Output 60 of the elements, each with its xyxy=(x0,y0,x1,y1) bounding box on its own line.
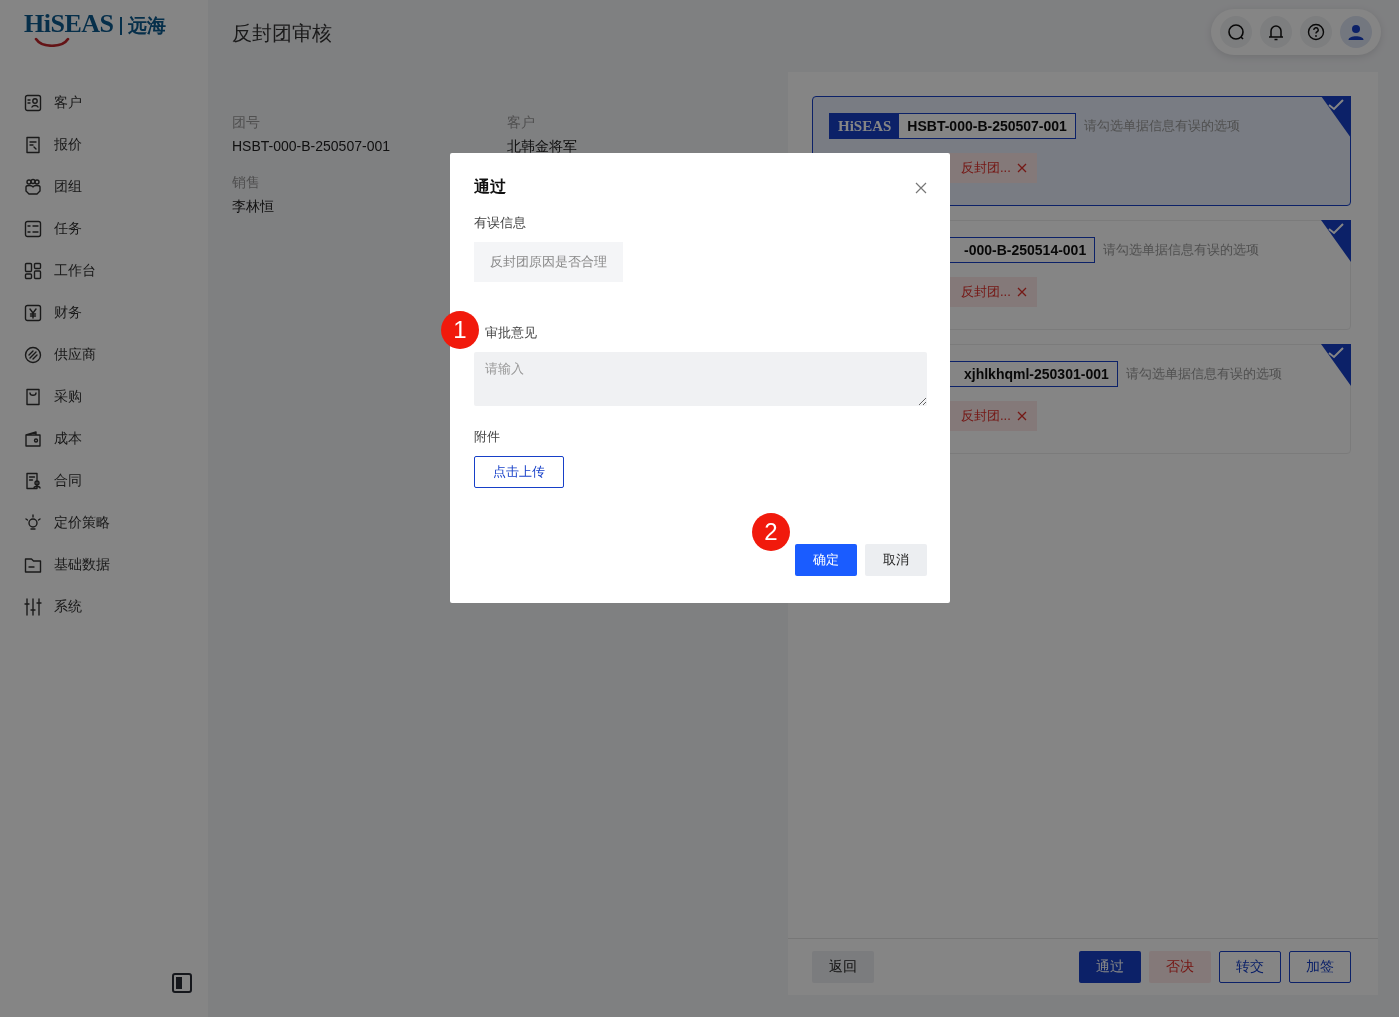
check-corner-icon[interactable] xyxy=(1321,96,1351,138)
action-button[interactable]: 转交 xyxy=(1219,951,1281,983)
field-label: 有误信息 xyxy=(474,214,526,232)
sidebar-item[interactable]: 系统 xyxy=(0,586,208,628)
field-value: 北韩金将军 xyxy=(507,138,577,156)
sidebar-item[interactable]: 定价策略 xyxy=(0,502,208,544)
cancel-button[interactable]: 取消 xyxy=(865,544,927,576)
shopping-bag-icon xyxy=(24,388,42,406)
back-button[interactable]: 返回 xyxy=(812,951,874,983)
field-label: 审批意见 xyxy=(485,324,537,342)
smile-curve-icon xyxy=(34,37,70,47)
close-icon xyxy=(1016,411,1027,421)
error-info-chip: 反封团原因是否合理 xyxy=(474,242,623,282)
folder-icon xyxy=(24,556,42,574)
wallet-icon xyxy=(24,430,42,448)
field-label: 附件 xyxy=(474,428,500,446)
field-value: 李林恒 xyxy=(232,198,274,216)
yen-icon xyxy=(24,304,42,322)
check-corner-icon[interactable] xyxy=(1321,220,1351,262)
document-number: HSBT-000-B-250507-001 xyxy=(899,114,1075,138)
sidebar-item[interactable]: 任务 xyxy=(0,208,208,250)
sidebar-item[interactable]: 团组 xyxy=(0,166,208,208)
sidebar-item[interactable]: 财务 xyxy=(0,292,208,334)
search-icon[interactable] xyxy=(1225,21,1247,43)
check-corner-icon[interactable] xyxy=(1321,344,1351,386)
contract-icon xyxy=(24,472,42,490)
help-icon[interactable] xyxy=(1305,21,1327,43)
sidebar-item[interactable]: 报价 xyxy=(0,124,208,166)
step-marker: 2 xyxy=(752,513,790,551)
action-button[interactable]: 否决 xyxy=(1149,951,1211,983)
light-bulb-icon xyxy=(24,514,42,532)
action-button[interactable]: 通过 xyxy=(1079,951,1141,983)
sidebar-item[interactable]: 合同 xyxy=(0,460,208,502)
sidebar-item[interactable]: 采购 xyxy=(0,376,208,418)
document-icon xyxy=(24,136,42,154)
page-title: 反封团审核 xyxy=(232,20,332,46)
close-icon xyxy=(1016,287,1027,297)
sidebar-item[interactable]: 成本 xyxy=(0,418,208,460)
sidebar-item[interactable]: 供应商 xyxy=(0,334,208,376)
sliders-icon xyxy=(24,598,42,616)
action-button[interactable]: 加签 xyxy=(1289,951,1351,983)
close-icon[interactable] xyxy=(915,181,927,194)
logo-badge: HiSEAS xyxy=(830,114,900,138)
field-value: HSBT-000-B-250507-001 xyxy=(232,138,390,154)
dashboard-icon xyxy=(24,262,42,280)
sidebar-item[interactable]: 基础数据 xyxy=(0,544,208,586)
panel-toggle-icon[interactable] xyxy=(172,973,192,993)
sidebar-item[interactable]: 客户 xyxy=(0,82,208,124)
sidebar-item[interactable]: 工作台 xyxy=(0,250,208,292)
logo-text-chinese: 远海 xyxy=(119,17,166,35)
contact-card-icon xyxy=(24,94,42,112)
logo-text: HiSEAS xyxy=(24,12,114,36)
step-marker: 1 xyxy=(441,311,479,349)
checklist-icon xyxy=(24,220,42,238)
people-group-icon xyxy=(24,178,42,196)
comment-input[interactable]: 请输入 xyxy=(474,352,927,406)
confirm-button[interactable]: 确定 xyxy=(795,544,857,576)
dialog-title: 通过 xyxy=(474,177,506,197)
close-icon xyxy=(1016,163,1027,173)
upload-button[interactable]: 点击上传 xyxy=(474,456,564,488)
